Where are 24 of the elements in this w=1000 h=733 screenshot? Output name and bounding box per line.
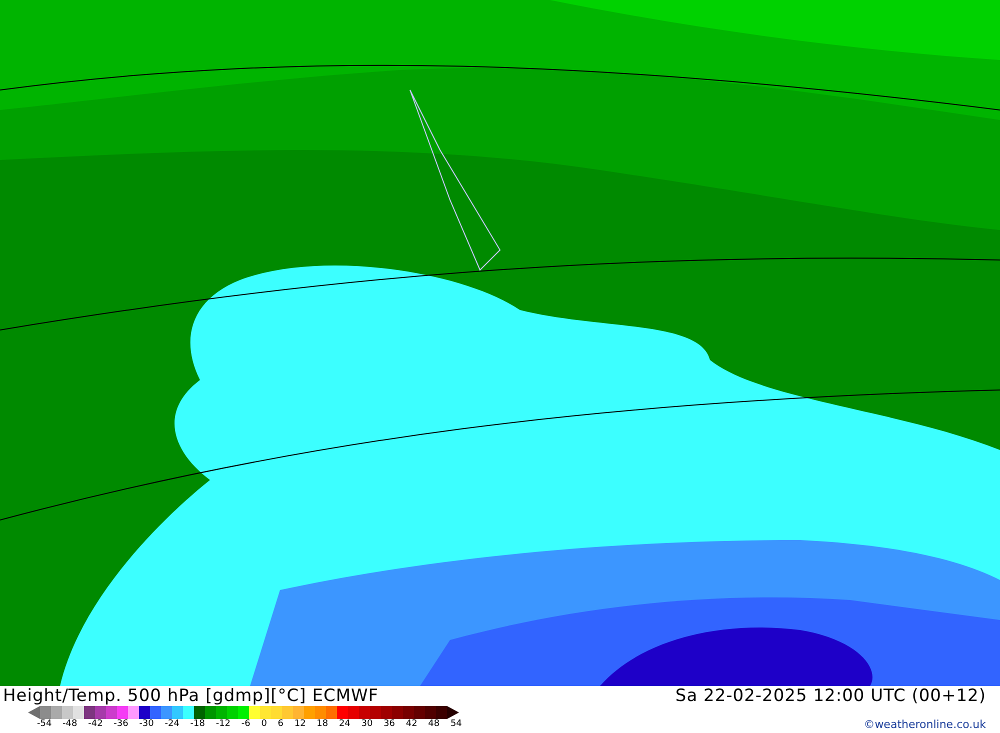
right-arrow-icon xyxy=(447,706,459,719)
scale-label: -18 xyxy=(190,719,205,730)
left-arrow-icon xyxy=(28,706,40,719)
scale-label: 6 xyxy=(278,719,284,730)
scale-label: 18 xyxy=(316,719,328,730)
scale-label: -30 xyxy=(139,719,154,730)
scale-label: 30 xyxy=(361,719,373,730)
scale-label: -36 xyxy=(114,719,128,730)
scale-label: -12 xyxy=(216,719,231,730)
copyright-link[interactable]: ©weatheronline.co.uk xyxy=(864,718,986,731)
scale-label: -24 xyxy=(164,719,180,730)
scale-label: 42 xyxy=(406,719,418,730)
valid-time: Sa 22-02-2025 12:00 UTC (00+12) xyxy=(675,686,986,706)
scale-label: -42 xyxy=(88,719,103,730)
scale-label: -48 xyxy=(62,719,78,730)
scale-label: 0 xyxy=(261,719,267,730)
scale-label: -6 xyxy=(241,719,250,730)
scale-label: 24 xyxy=(338,719,350,730)
scale-label: -54 xyxy=(37,719,52,730)
scale-label: 36 xyxy=(384,719,395,730)
scale-label: 48 xyxy=(428,719,440,730)
map-title: Height/Temp. 500 hPa [gdmp][°C] ECMWF xyxy=(3,686,380,706)
scale-label: 12 xyxy=(294,719,306,730)
scale-label: 54 xyxy=(450,719,462,730)
